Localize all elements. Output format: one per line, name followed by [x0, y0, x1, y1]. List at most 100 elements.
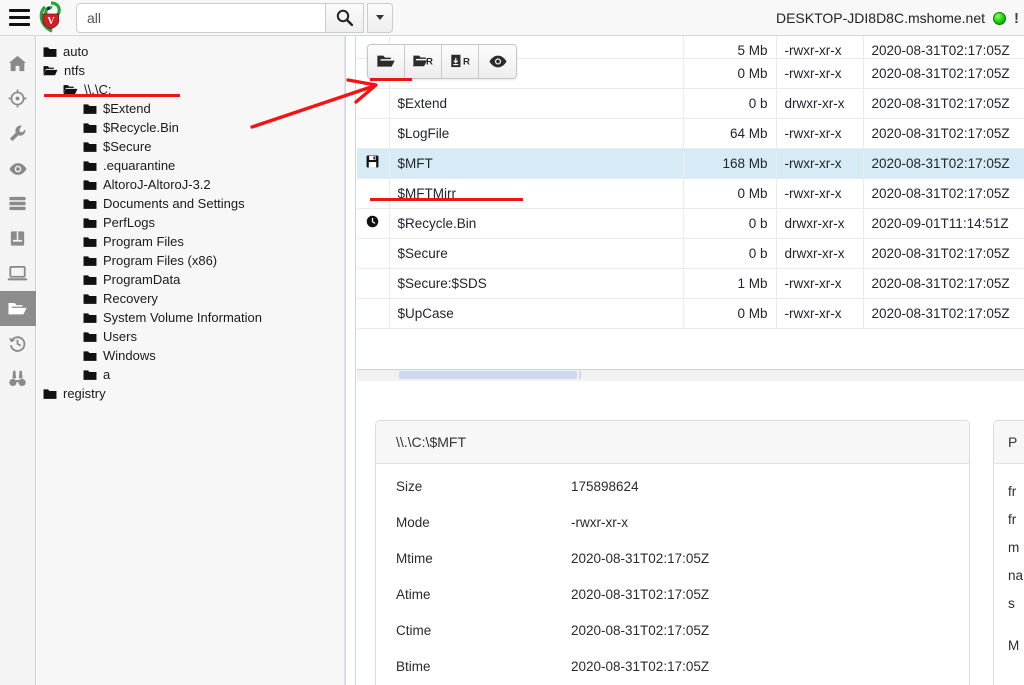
tree-node[interactable]: .equarantine	[37, 156, 344, 175]
folder-closed-icon	[83, 369, 97, 381]
sidebar-item-hunts[interactable]	[0, 81, 36, 116]
tree-node[interactable]: System Volume Information	[37, 308, 344, 327]
tree-node-label: $Recycle.Bin	[103, 120, 179, 135]
cell-mtime: 2020-08-31T02:17:05Z	[863, 88, 1024, 119]
tree-node[interactable]: auto	[37, 42, 344, 61]
table-row[interactable]: $Secure:$SDS 1 Mb -rwxr-xr-x 2020-08-31T02:…	[357, 268, 1024, 299]
refresh-directory-button[interactable]: R	[405, 45, 442, 78]
open-directory-button[interactable]	[368, 45, 405, 78]
detail-field-value-wrap: 2020-08-31T02:17:05Z	[571, 623, 709, 638]
velociraptor-logo[interactable]: V	[36, 0, 66, 35]
folder-closed-icon	[83, 331, 97, 343]
properties-gap	[1008, 618, 1024, 632]
properties-line: M	[1008, 638, 1020, 653]
file-table-container[interactable]: $Bitmap5 Mb-rwxr-xr-x2020-08-31T02:17:05…	[357, 36, 1024, 366]
detail-field-label: Atime	[396, 586, 431, 602]
sidebar-item-collected[interactable]	[0, 326, 36, 361]
cell-mtime: 2020-08-31T02:17:05Z	[863, 238, 1024, 269]
sidebar-item-notebooks[interactable]	[0, 221, 36, 256]
detail-field-row: Mtime 2020-08-31T02:17:05Z	[376, 544, 969, 572]
tree-node[interactable]: Users	[37, 327, 344, 346]
sidebar-item-vfs[interactable]	[0, 291, 36, 326]
sidebar-item-server-events[interactable]	[0, 186, 36, 221]
table-row[interactable]: $MFTMirr 0 Mb -rwxr-xr-x 2020-08-31T02:17:0…	[357, 178, 1024, 209]
tree-node[interactable]: registry	[37, 384, 344, 403]
tree-node-label: PerfLogs	[103, 215, 156, 230]
detail-field-row: Mode -rwxr-xr-x	[376, 508, 969, 536]
cell-size: 168 Mb	[683, 148, 777, 179]
tree-node[interactable]: Program Files (x86)	[37, 251, 344, 270]
cell-mode: -rwxr-xr-x	[776, 148, 864, 179]
main-panel: R R $Bitmap5 Mb-rwxr-xr-x2020	[357, 36, 1024, 685]
properties-line: m	[1008, 540, 1020, 555]
tree-node[interactable]: $Recycle.Bin	[37, 118, 344, 137]
table-row[interactable]: $Recycle.Bin 0 b drwxr-xr-x 2020-09-01T11:1…	[357, 208, 1024, 239]
tree-node[interactable]: PerfLogs	[37, 213, 344, 232]
view-file-button[interactable]	[479, 45, 516, 78]
cell-mode: -rwxr-xr-x	[776, 58, 864, 89]
sidebar-item-search[interactable]	[0, 361, 36, 396]
tree-node[interactable]: Program Files	[37, 232, 344, 251]
detail-field-value-wrap: 175898624	[571, 479, 639, 494]
cell-mtime: 2020-08-31T02:17:05Z	[863, 178, 1024, 209]
sidebar-item-monitoring[interactable]	[0, 151, 36, 186]
file-details-fields: Size 175898624 Mode -rwxr-xr-x Mtime 2020-08-…	[376, 472, 969, 685]
table-row[interactable]: $Extend 0 b drwxr-xr-x 2020-08-31T02:17:05Z	[357, 88, 1024, 119]
tree-node[interactable]: $Extend	[37, 99, 344, 118]
tree-node[interactable]: a	[37, 365, 344, 384]
detail-field-value: 2020-08-31T02:17:05Z	[571, 658, 710, 674]
properties-card-title: P	[994, 421, 1024, 464]
folder-closed-icon	[43, 46, 57, 58]
cell-name: $Secure:$SDS	[389, 268, 684, 299]
tree-node[interactable]: Recovery	[37, 289, 344, 308]
table-row[interactable]: $MFT 168 Mb -rwxr-xr-x 2020-08-31T02:17:05Z	[357, 148, 1024, 179]
folder-closed-icon	[83, 312, 97, 324]
tree-node[interactable]: AltoroJ-AltoroJ-3.2	[37, 175, 344, 194]
folder-closed-icon	[83, 179, 97, 191]
search-input[interactable]	[76, 2, 326, 33]
tree-node[interactable]: $Secure	[37, 137, 344, 156]
panel-splitter-vertical[interactable]	[345, 36, 356, 685]
cell-mode: -rwxr-xr-x	[776, 268, 864, 299]
table-row[interactable]: $UpCase 0 Mb -rwxr-xr-x 2020-08-31T02:17:05…	[357, 298, 1024, 329]
properties-line: s	[1008, 596, 1015, 611]
properties-card-body: fr fr m na s M	[994, 464, 1024, 660]
status-online-indicator	[993, 11, 1006, 25]
cell-size: 5 Mb	[683, 36, 777, 59]
tree-node[interactable]: ProgramData	[37, 270, 344, 289]
search-dropdown-toggle[interactable]	[367, 2, 393, 33]
tree-node-label: ProgramData	[103, 272, 181, 287]
sidebar-item-artifacts[interactable]	[0, 116, 36, 151]
table-row[interactable]: $Secure 0 b drwxr-xr-x 2020-08-31T02:17:05Z	[357, 238, 1024, 269]
search-icon[interactable]	[326, 2, 364, 33]
tree-node[interactable]: Windows	[37, 346, 344, 365]
tree-node[interactable]: ntfs	[37, 61, 344, 80]
vfs-tree-panel[interactable]: auto ntfs \\.\C: $Extend $Recycle.Bin $Secure…	[37, 36, 345, 685]
detail-field-row: Btime 2020-08-31T02:17:05Z	[376, 652, 969, 680]
table-row[interactable]: $LogFile 64 Mb -rwxr-xr-x 2020-08-31T02:17:…	[357, 118, 1024, 149]
row-icon-cell	[357, 148, 390, 179]
svg-text:R: R	[463, 57, 470, 68]
cell-size: 0 Mb	[683, 58, 777, 89]
cell-size: 0 b	[683, 88, 777, 119]
sidebar-item-host-info[interactable]	[0, 256, 36, 291]
svg-text:V: V	[47, 16, 55, 27]
tree-node-label: \\.\C:	[84, 82, 112, 97]
sidebar-item-home[interactable]	[0, 46, 36, 81]
folder-closed-icon	[43, 388, 57, 400]
file-details-card: \\.\C:\$MFT Size 175898624 Mode -rwxr-xr-x M…	[375, 420, 970, 685]
cell-mtime: 2020-08-31T02:17:05Z	[863, 298, 1024, 329]
file-table-hscroll-thumb[interactable]	[399, 371, 577, 379]
detail-field-label: Size	[396, 478, 423, 494]
tree-node-label: AltoroJ-AltoroJ-3.2	[103, 177, 211, 192]
cell-mode: -rwxr-xr-x	[776, 298, 864, 329]
folder-closed-icon	[83, 122, 97, 134]
tree-node[interactable]: Documents and Settings	[37, 194, 344, 213]
tree-node[interactable]: \\.\C:	[37, 80, 344, 99]
hamburger-icon[interactable]	[0, 0, 34, 36]
cell-size: 0 Mb	[683, 298, 777, 329]
properties-line: fr	[1008, 484, 1017, 499]
folder-closed-icon	[83, 236, 97, 248]
tree-node-label: Recovery	[103, 291, 158, 306]
collect-file-button[interactable]: R	[442, 45, 479, 78]
